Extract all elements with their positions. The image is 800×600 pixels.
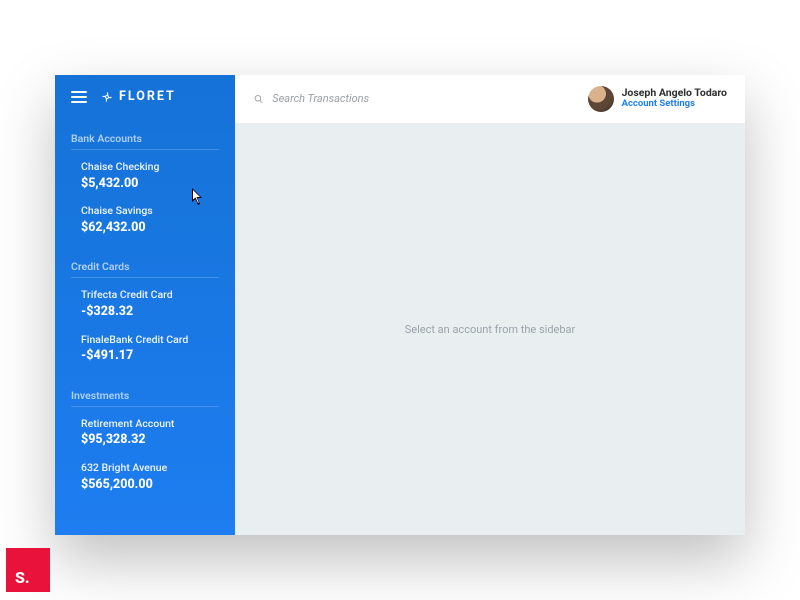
section-title: Investments [71,383,219,407]
account-balance: -$491.17 [81,347,219,365]
flower-icon [101,91,113,103]
search-input[interactable] [272,92,577,105]
sidebar-item-finalebank-cc[interactable]: FinaleBank Credit Card -$491.17 [71,329,219,373]
account-name: Trifecta Credit Card [81,288,219,303]
account-balance: -$328.32 [81,303,219,321]
sidebar-item-chaise-checking[interactable]: Chaise Checking $5,432.00 [71,156,219,200]
sidebar: FLORET Bank Accounts Chaise Checking $5,… [55,75,235,535]
brand-logo: FLORET [101,89,176,104]
account-name: Chaise Savings [81,204,219,219]
sidebar-section-invest: Investments Retirement Account $95,328.3… [55,379,235,507]
sidebar-item-chaise-savings[interactable]: Chaise Savings $62,432.00 [71,200,219,244]
account-balance: $95,328.32 [81,431,219,449]
account-balance: $62,432.00 [81,219,219,237]
empty-state-text: Select an account from the sidebar [405,323,576,336]
main-panel: Joseph Angelo Todaro Account Settings Se… [235,75,745,535]
app-window: FLORET Bank Accounts Chaise Checking $5,… [55,75,745,535]
brand-bar: FLORET [55,75,235,122]
sidebar-section-bank: Bank Accounts Chaise Checking $5,432.00 … [55,122,235,250]
sidebar-item-bright-avenue[interactable]: 632 Bright Avenue $565,200.00 [71,457,219,501]
menu-icon[interactable] [71,91,87,103]
content-area: Select an account from the sidebar [235,123,745,535]
account-name: Chaise Checking [81,160,219,175]
account-balance: $5,432.00 [81,175,219,193]
badge-text: S. [15,570,30,586]
sidebar-item-retirement[interactable]: Retirement Account $95,328.32 [71,413,219,457]
source-badge: S. [6,548,50,592]
user-meta: Joseph Angelo Todaro Account Settings [622,87,727,110]
sidebar-item-trifecta-cc[interactable]: Trifecta Credit Card -$328.32 [71,284,219,328]
account-settings-link[interactable]: Account Settings [622,99,727,110]
account-name: 632 Bright Avenue [81,461,219,476]
section-title: Credit Cards [71,254,219,278]
search-icon [253,93,264,105]
avatar[interactable] [588,86,614,112]
account-balance: $565,200.00 [81,476,219,494]
user-block: Joseph Angelo Todaro Account Settings [588,86,727,112]
sidebar-section-credit: Credit Cards Trifecta Credit Card -$328.… [55,250,235,378]
top-bar: Joseph Angelo Todaro Account Settings [235,75,745,123]
section-title: Bank Accounts [71,126,219,150]
search [253,92,578,105]
account-name: FinaleBank Credit Card [81,333,219,348]
brand-name: FLORET [119,89,176,104]
account-name: Retirement Account [81,417,219,432]
